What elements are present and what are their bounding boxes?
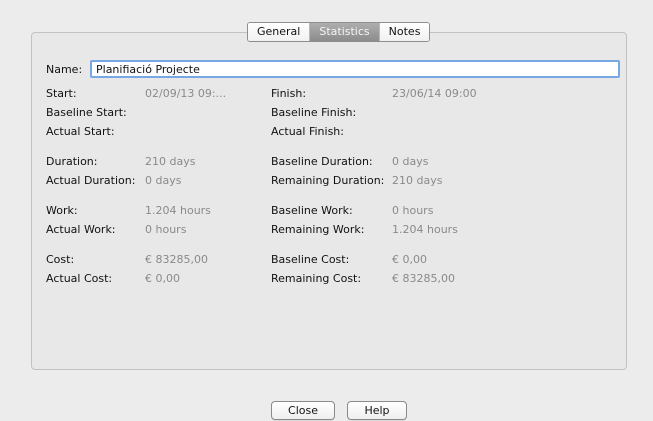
baseline-cost-value: € 0,00 bbox=[392, 253, 427, 266]
project-statistics-dialog: General Statistics Notes Name: Start: 02… bbox=[0, 0, 653, 421]
baseline-start-label: Baseline Start: bbox=[46, 106, 127, 119]
duration-value: 210 days bbox=[145, 155, 196, 168]
baseline-duration-label: Baseline Duration: bbox=[271, 155, 373, 168]
remaining-work-value: 1.204 hours bbox=[392, 223, 458, 236]
remaining-work-label: Remaining Work: bbox=[271, 223, 365, 236]
remaining-duration-label: Remaining Duration: bbox=[271, 174, 385, 187]
close-button[interactable]: Close bbox=[271, 401, 335, 420]
actual-duration-label: Actual Duration: bbox=[46, 174, 136, 187]
remaining-cost-label: Remaining Cost: bbox=[271, 272, 362, 285]
actual-cost-value: € 0,00 bbox=[145, 272, 180, 285]
name-row: Name: bbox=[46, 60, 620, 78]
help-button[interactable]: Help bbox=[347, 401, 407, 420]
cost-value: € 83285,00 bbox=[145, 253, 208, 266]
start-label: Start: bbox=[46, 87, 77, 100]
statistics-panel bbox=[31, 32, 627, 370]
tab-notes[interactable]: Notes bbox=[378, 23, 430, 41]
work-label: Work: bbox=[46, 204, 78, 217]
baseline-work-value: 0 hours bbox=[392, 204, 434, 217]
name-label: Name: bbox=[46, 62, 83, 76]
start-value: 02/09/13 09:... bbox=[145, 87, 227, 100]
actual-cost-label: Actual Cost: bbox=[46, 272, 113, 285]
baseline-finish-label: Baseline Finish: bbox=[271, 106, 357, 119]
tab-statistics[interactable]: Statistics bbox=[309, 23, 379, 41]
tab-general[interactable]: General bbox=[248, 23, 310, 41]
baseline-duration-value: 0 days bbox=[392, 155, 429, 168]
finish-label: Finish: bbox=[271, 87, 307, 100]
remaining-duration-value: 210 days bbox=[392, 174, 443, 187]
actual-start-label: Actual Start: bbox=[46, 125, 115, 138]
finish-value: 23/06/14 09:00 bbox=[392, 87, 477, 100]
actual-duration-value: 0 days bbox=[145, 174, 182, 187]
name-input[interactable] bbox=[90, 60, 620, 78]
cost-label: Cost: bbox=[46, 253, 75, 266]
work-value: 1.204 hours bbox=[145, 204, 211, 217]
actual-work-value: 0 hours bbox=[145, 223, 187, 236]
actual-finish-label: Actual Finish: bbox=[271, 125, 344, 138]
duration-label: Duration: bbox=[46, 155, 98, 168]
tab-bar: General Statistics Notes bbox=[247, 22, 431, 42]
actual-work-label: Actual Work: bbox=[46, 223, 116, 236]
baseline-work-label: Baseline Work: bbox=[271, 204, 353, 217]
remaining-cost-value: € 83285,00 bbox=[392, 272, 455, 285]
baseline-cost-label: Baseline Cost: bbox=[271, 253, 350, 266]
